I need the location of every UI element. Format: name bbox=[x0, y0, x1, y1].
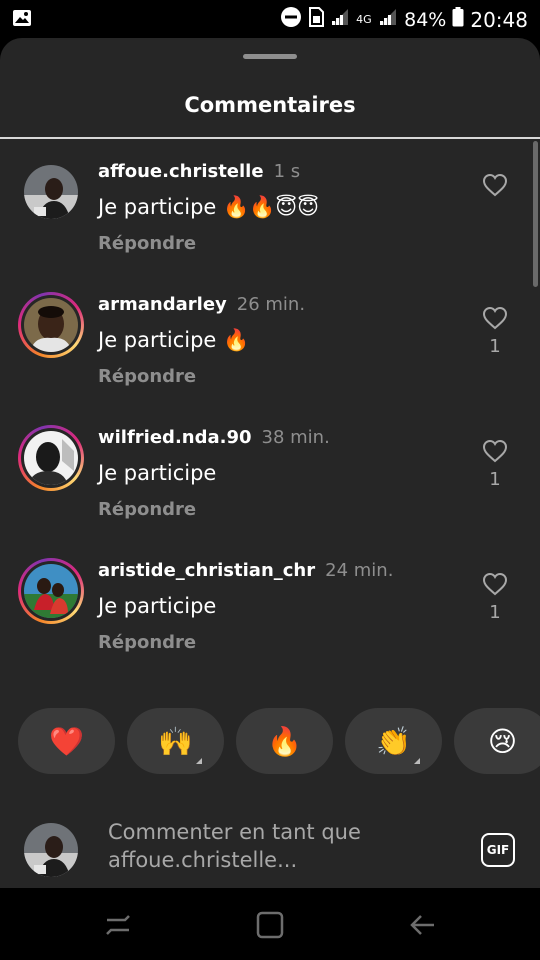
like-count[interactable]: 1 bbox=[482, 336, 508, 357]
comment-item: wilfried.nda.90 38 min. Je participe Rép… bbox=[0, 405, 540, 538]
skin-tone-indicator-icon bbox=[414, 758, 420, 764]
back-icon[interactable] bbox=[407, 910, 437, 940]
comments-sheet: Commentaires affoue.christelle 1 s Je pa… bbox=[0, 38, 540, 888]
current-user-avatar bbox=[24, 823, 78, 877]
gif-button[interactable]: GIF bbox=[481, 833, 515, 867]
avatar[interactable] bbox=[18, 558, 84, 624]
comment-username[interactable]: aristide_christian_chr bbox=[98, 560, 315, 581]
like-count[interactable]: 1 bbox=[482, 602, 508, 623]
comment-time: 24 min. bbox=[325, 560, 394, 581]
skin-tone-indicator-icon bbox=[196, 758, 202, 764]
reply-button[interactable]: Répondre bbox=[98, 233, 196, 254]
heart-icon[interactable] bbox=[482, 439, 508, 463]
home-icon[interactable] bbox=[255, 910, 285, 940]
battery-percent: 84% bbox=[404, 8, 447, 31]
heart-icon[interactable] bbox=[482, 572, 508, 596]
recents-icon[interactable] bbox=[103, 910, 133, 940]
reply-button[interactable]: Répondre bbox=[98, 499, 196, 520]
signal-icon-2 bbox=[378, 8, 398, 31]
sheet-title: Commentaires bbox=[184, 93, 356, 117]
comment-text: Je participe 🔥🔥😇😇 bbox=[98, 195, 320, 219]
comment-input[interactable]: Commenter en tant que affoue.christelle.… bbox=[108, 818, 448, 874]
avatar[interactable] bbox=[18, 292, 84, 358]
system-nav-bar bbox=[0, 888, 540, 960]
reply-button[interactable]: Répondre bbox=[98, 632, 196, 653]
comment-composer: Commenter en tant que affoue.christelle.… bbox=[0, 808, 540, 888]
reaction-fire-button[interactable]: 🔥 bbox=[236, 708, 333, 774]
comment-time: 1 s bbox=[273, 161, 301, 182]
heart-icon[interactable] bbox=[482, 306, 508, 330]
comment-username[interactable]: affoue.christelle bbox=[98, 161, 264, 182]
reaction-clap-button[interactable]: 👏 bbox=[345, 708, 442, 774]
comment-username[interactable]: armandarley bbox=[98, 294, 227, 315]
network-type-label: 4G bbox=[356, 12, 372, 26]
comment-username[interactable]: wilfried.nda.90 bbox=[98, 427, 252, 448]
comment-text: Je participe 🔥 bbox=[98, 328, 250, 352]
comment-item: affoue.christelle 1 s Je participe 🔥🔥😇😇 … bbox=[0, 139, 540, 272]
clipped-comment-hint bbox=[98, 687, 338, 695]
status-bar: 4G 84% 20:48 bbox=[0, 0, 540, 38]
comment-item: aristide_christian_chr 24 min. Je partic… bbox=[0, 538, 540, 671]
signal-icon bbox=[330, 8, 350, 31]
reaction-heart-button[interactable]: ❤️ bbox=[18, 708, 115, 774]
reply-button[interactable]: Répondre bbox=[98, 366, 196, 387]
like-count[interactable]: 1 bbox=[482, 469, 508, 490]
dnd-icon bbox=[280, 6, 302, 33]
avatar[interactable] bbox=[24, 165, 78, 219]
quick-reactions-bar: ❤️ 🙌 🔥 👏 😢 bbox=[0, 708, 540, 776]
comment-text: Je participe bbox=[98, 594, 217, 618]
avatar[interactable] bbox=[18, 425, 84, 491]
comment-text: Je participe bbox=[98, 461, 217, 485]
drag-handle[interactable] bbox=[243, 54, 297, 59]
comment-list[interactable]: affoue.christelle 1 s Je participe 🔥🔥😇😇 … bbox=[0, 139, 540, 695]
reaction-raised-hands-button[interactable]: 🙌 bbox=[127, 708, 224, 774]
comment-time: 38 min. bbox=[261, 427, 330, 448]
comment-item: armandarley 26 min. Je participe 🔥 Répon… bbox=[0, 272, 540, 405]
comment-time: 26 min. bbox=[236, 294, 306, 315]
gallery-notification-icon bbox=[12, 9, 32, 31]
battery-icon bbox=[452, 7, 464, 32]
reaction-crying-button[interactable]: 😢 bbox=[454, 708, 540, 774]
reaction-raised-hands-label: 🙌 bbox=[158, 724, 193, 758]
heart-icon[interactable] bbox=[482, 173, 508, 197]
sim-icon bbox=[308, 7, 325, 32]
reaction-clap-label: 👏 bbox=[376, 724, 411, 758]
clock: 20:48 bbox=[470, 7, 528, 32]
